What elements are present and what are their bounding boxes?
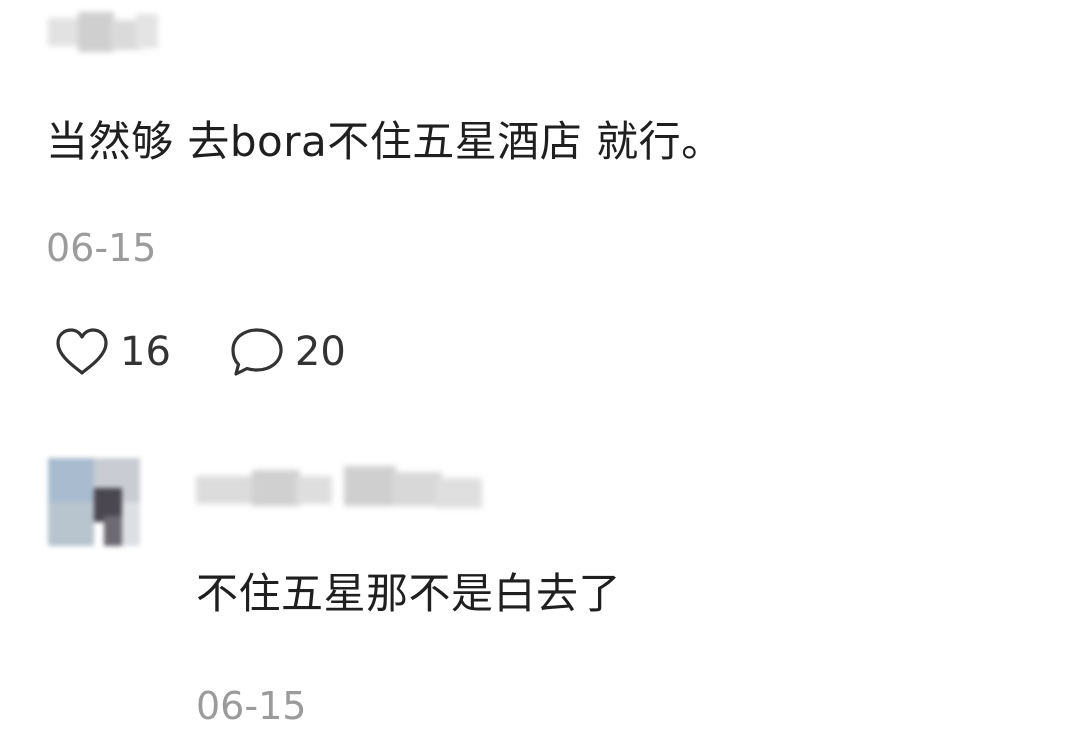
reply-author-name-blurred[interactable]	[196, 462, 486, 518]
like-count: 16	[120, 329, 171, 375]
comment-text: 当然够 去bora不住五星酒店 就行。	[46, 117, 724, 166]
reply-count: 20	[294, 329, 346, 375]
reply-date: 06-15	[196, 684, 307, 728]
comment-author-name-blurred[interactable]	[48, 8, 160, 60]
comment-date: 06-15	[46, 226, 157, 270]
speech-bubble-outline-icon	[229, 326, 285, 378]
heart-outline-icon	[54, 327, 110, 377]
comment-actions: 16 20	[54, 322, 346, 382]
reply-text: 不住五星那不是白去了	[196, 569, 622, 618]
reply-button[interactable]: 20	[229, 326, 346, 378]
like-button[interactable]: 16	[54, 327, 171, 377]
reply-avatar[interactable]	[48, 458, 140, 546]
